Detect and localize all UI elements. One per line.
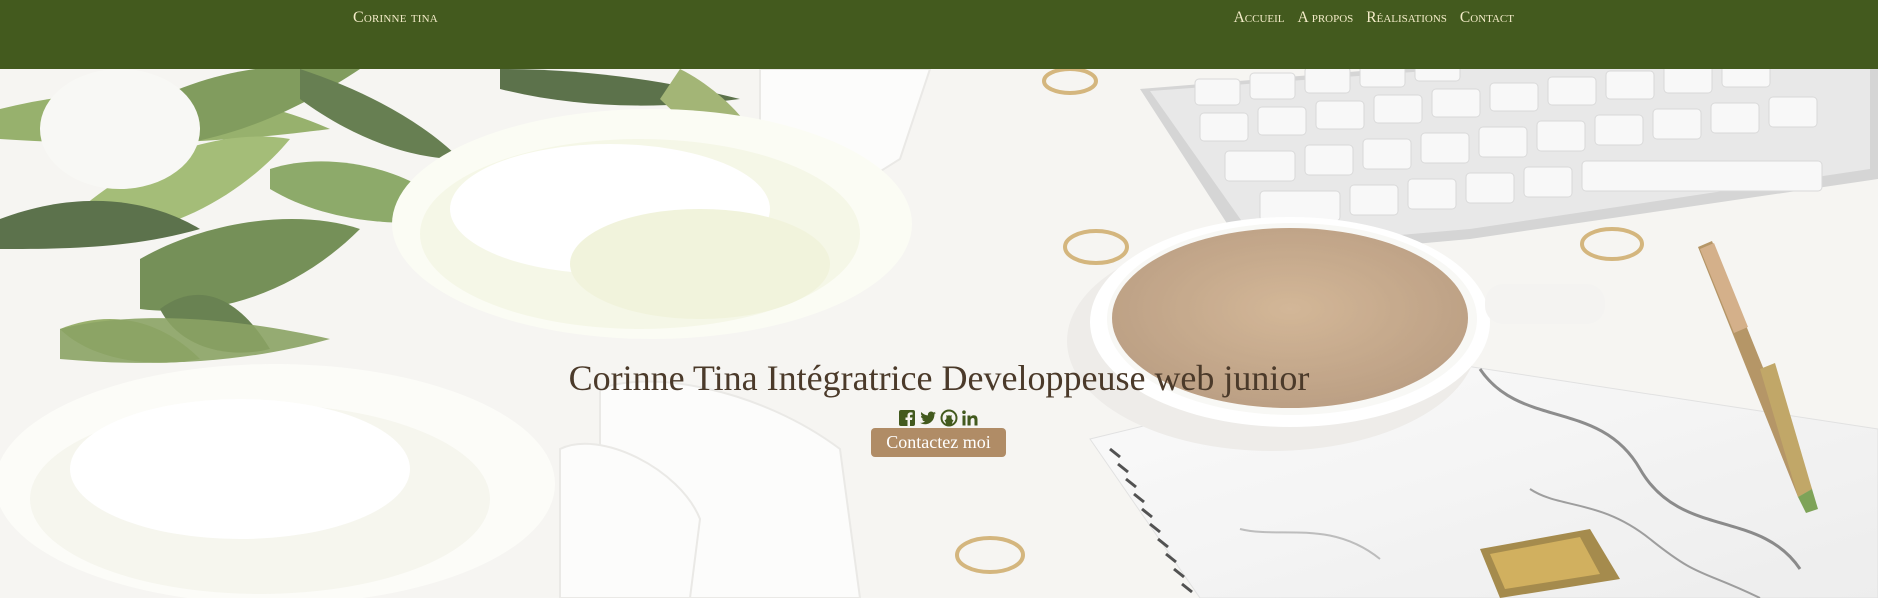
nav-link-realisations[interactable]: Réalisations — [1366, 9, 1447, 26]
nav-menu: Accueil A propos Réalisations Contact — [1234, 9, 1514, 27]
hero-headline: Corinne Tina Intégratrice Developpeuse w… — [568, 358, 1310, 398]
nav-item-accueil: Accueil — [1234, 9, 1285, 27]
nav-link-accueil[interactable]: Accueil — [1234, 9, 1285, 26]
facebook-icon[interactable] — [898, 409, 916, 427]
nav-item-realisations: Réalisations — [1366, 9, 1447, 27]
linkedin-icon[interactable] — [961, 409, 979, 427]
nav-item-a-propos: A propos — [1298, 9, 1354, 27]
nav-item-contact: Contact — [1460, 9, 1514, 27]
hero-section: Corinne Tina Intégratrice Developpeuse w… — [0, 69, 1878, 598]
hero-background-image — [0, 69, 1878, 598]
nav-link-a-propos[interactable]: A propos — [1298, 9, 1354, 26]
social-links — [898, 409, 979, 427]
github-icon[interactable] — [940, 409, 958, 427]
twitter-icon[interactable] — [919, 409, 937, 427]
nav-link-contact[interactable]: Contact — [1460, 9, 1514, 26]
contact-button[interactable]: Contactez moi — [871, 428, 1006, 457]
brand-link[interactable]: Corinne tina — [353, 9, 438, 27]
navbar: Corinne tina Accueil A propos Réalisatio… — [0, 0, 1878, 69]
